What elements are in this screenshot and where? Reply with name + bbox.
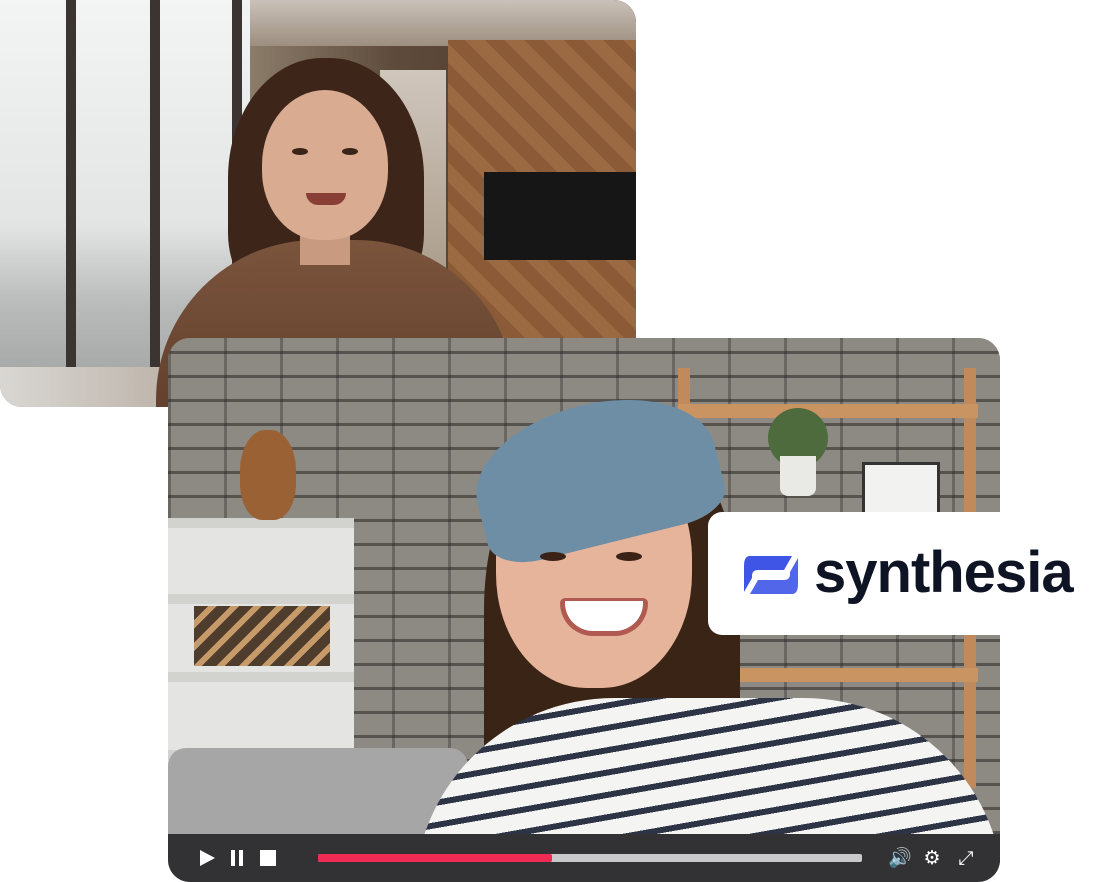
progress-fill bbox=[318, 854, 552, 862]
wall-tv bbox=[484, 172, 636, 260]
synthesia-logo-icon bbox=[744, 556, 798, 594]
presenter-eye bbox=[292, 148, 308, 155]
brand-name: synthesia bbox=[814, 540, 1074, 605]
presenter-face bbox=[262, 90, 388, 240]
girl-eye bbox=[540, 552, 566, 561]
gear-icon[interactable]: ⚙ bbox=[922, 848, 942, 868]
volume-icon[interactable]: 🔊 bbox=[888, 848, 912, 868]
stop-icon[interactable] bbox=[260, 850, 276, 866]
presenter-eye bbox=[342, 148, 358, 155]
window-frame bbox=[66, 0, 76, 407]
zigzag-box bbox=[194, 606, 330, 666]
window-frame bbox=[150, 0, 160, 407]
play-icon[interactable] bbox=[200, 850, 215, 866]
girl-eye bbox=[616, 552, 642, 561]
progress-bar[interactable] bbox=[318, 854, 862, 862]
synthesia-logo-badge: synthesia bbox=[708, 512, 1111, 635]
player-control-bar: 🔊 ⚙ ⤢ bbox=[168, 834, 1000, 882]
presenter-mouth bbox=[306, 193, 346, 205]
plant-pot bbox=[780, 456, 816, 496]
sofa bbox=[168, 748, 468, 838]
vase bbox=[240, 430, 296, 520]
fullscreen-icon[interactable]: ⤢ bbox=[956, 848, 976, 868]
pause-icon[interactable] bbox=[231, 850, 243, 866]
